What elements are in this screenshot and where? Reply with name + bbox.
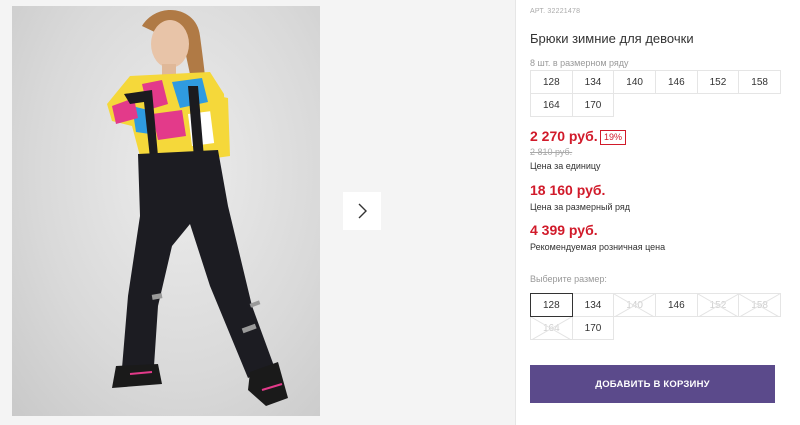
gallery-next-button[interactable]	[343, 192, 381, 230]
size-option-label: 152	[709, 299, 727, 311]
pack-size-cell: 134	[571, 70, 615, 94]
size-option-140: 140	[613, 293, 656, 318]
product-title: Брюки зимние для девочки	[530, 31, 694, 46]
size-option-158: 158	[738, 293, 781, 318]
size-option-label: 158	[751, 299, 768, 311]
size-option-label: 140	[626, 299, 643, 311]
pack-size-cell: 128	[530, 70, 573, 94]
article-number: АРТ. 32221478	[530, 8, 581, 15]
row-price: 18 160 руб.	[530, 182, 606, 198]
retail-price-label: Рекомендуемая розничная цена	[530, 242, 666, 252]
pack-hint: 8 шт. в размерном ряду	[530, 58, 629, 68]
unit-price-label: Цена за единицу	[530, 161, 601, 171]
size-option-164: 164	[530, 316, 573, 341]
size-selector: 128 134 140 146 152 158 164 170	[530, 293, 781, 341]
retail-price: 4 399 руб.	[530, 222, 598, 238]
pack-size-cell: 158	[738, 70, 781, 94]
product-photo[interactable]	[12, 6, 320, 416]
discount-badge: 19%	[600, 130, 627, 145]
old-price: 2 810 руб.	[530, 147, 573, 157]
size-option-152: 152	[696, 293, 740, 318]
pack-size-cell: 152	[696, 70, 740, 94]
unit-price: 2 270 руб.	[530, 128, 598, 144]
pack-size-cell: 170	[571, 93, 615, 117]
pack-size-cell: 146	[654, 70, 698, 94]
add-to-cart-button[interactable]: ДОБАВИТЬ В КОРЗИНУ	[530, 365, 775, 403]
chevron-right-icon	[358, 203, 367, 219]
row-price-label: Цена за размерный ряд	[530, 202, 631, 212]
size-option-label: 164	[542, 322, 560, 334]
choose-size-label: Выберите размер:	[530, 274, 607, 284]
size-option-134[interactable]: 134	[571, 293, 615, 317]
panel-divider	[515, 0, 516, 425]
product-gallery	[0, 0, 515, 425]
pack-size-grid: 128 134 140 146 152 158 164 170	[530, 70, 781, 117]
size-option-170[interactable]: 170	[571, 316, 615, 340]
size-option-128[interactable]: 128	[530, 293, 573, 317]
size-option-146[interactable]: 146	[654, 293, 698, 317]
pack-size-cell: 140	[613, 70, 656, 94]
pack-size-cell: 164	[530, 93, 573, 117]
